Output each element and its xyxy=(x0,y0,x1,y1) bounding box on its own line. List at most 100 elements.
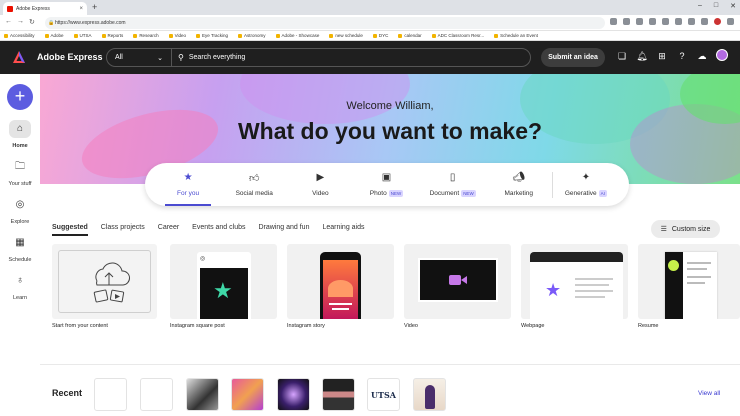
search-input[interactable]: ⚲ Search everything xyxy=(172,53,530,62)
custom-size-button[interactable]: ☰ Custom size xyxy=(651,220,720,238)
play-icon: ▶ xyxy=(316,172,325,183)
recent-thumb[interactable] xyxy=(413,378,446,411)
tab-generative[interactable]: ✦ Generative AI xyxy=(553,163,619,206)
avatar[interactable] xyxy=(716,49,728,61)
app-header: Adobe Express All ⌄ ⚲ Search everything … xyxy=(0,41,740,74)
bookmark-item[interactable]: Research xyxy=(133,33,159,38)
bookmark-item[interactable]: Video xyxy=(168,33,186,38)
bookmark-item[interactable]: ADC Classroom Resr... xyxy=(431,33,484,38)
template-label: Video xyxy=(404,323,418,329)
text-line xyxy=(575,296,605,298)
search-icon: ⚲ xyxy=(178,53,184,62)
url-field[interactable]: 🔒 https://www.express.adobe.com xyxy=(45,17,605,29)
tab-for-you[interactable]: ★ For you xyxy=(155,163,221,206)
subcategory-tabs: Suggested Class projects Career Events a… xyxy=(52,224,365,236)
submit-idea-button[interactable]: Submit an idea xyxy=(541,48,605,67)
menu-icon[interactable] xyxy=(727,18,734,25)
browser-tab[interactable]: Adobe Express × xyxy=(3,2,87,15)
sidepanel-icon[interactable] xyxy=(701,18,708,25)
bookmark-item[interactable]: Accessibility xyxy=(4,33,35,38)
tab-photo[interactable]: ▣ Photo NEW xyxy=(353,163,419,206)
extension-icon[interactable] xyxy=(662,18,669,25)
bookmark-item[interactable]: Adobe xyxy=(44,33,64,38)
text-line xyxy=(687,276,711,278)
create-new-button[interactable]: + xyxy=(7,84,33,110)
forward-icon[interactable]: → xyxy=(17,18,24,25)
template-card-resume[interactable] xyxy=(638,244,740,319)
notifications-bell-icon[interactable]: 🔔︎ xyxy=(636,50,648,62)
bookmark-item[interactable]: calendar xyxy=(398,33,422,38)
view-all-link[interactable]: View all xyxy=(698,390,720,397)
back-icon[interactable]: ← xyxy=(5,18,12,25)
help-icon[interactable]: ? xyxy=(676,50,688,62)
subtab-career[interactable]: Career xyxy=(158,224,179,236)
sidebar-item-home[interactable]: ⌂ Home xyxy=(0,120,40,149)
bookmark-item[interactable]: Eye Tracking xyxy=(196,33,228,38)
tab-social-media[interactable]: 👍︎ Social media xyxy=(221,163,287,206)
template-card-instagram-square[interactable]: ◎ ★ xyxy=(170,244,277,319)
text-line xyxy=(687,262,711,264)
bookmark-item[interactable]: Adobe - Showcase xyxy=(275,33,319,38)
bookmark-item[interactable]: UTSA xyxy=(73,33,92,38)
folder-icon xyxy=(44,33,49,38)
url-text: https://www.express.adobe.com xyxy=(55,20,126,26)
search-scope-dropdown[interactable]: All ⌄ xyxy=(107,49,172,66)
adobe-express-logo-icon[interactable] xyxy=(12,50,26,64)
recent-thumb[interactable] xyxy=(94,378,127,411)
chevron-down-icon: ⌄ xyxy=(157,54,163,62)
apps-grid-icon[interactable]: ⊞ xyxy=(656,50,668,62)
puzzle-icon[interactable] xyxy=(675,18,682,25)
recent-thumb[interactable]: UTSA xyxy=(367,378,400,411)
close-window-icon[interactable]: ✕ xyxy=(730,2,736,10)
recent-thumb[interactable] xyxy=(322,378,355,411)
zoom-icon[interactable] xyxy=(610,18,617,25)
template-card-video[interactable] xyxy=(404,244,511,319)
star-icon: ★ xyxy=(213,278,233,303)
calendar-icon: ▦ xyxy=(15,237,25,248)
recent-thumb[interactable] xyxy=(186,378,219,411)
minimize-icon[interactable]: – xyxy=(698,2,702,10)
chat-icon[interactable]: ❏ xyxy=(616,50,628,62)
close-tab-icon[interactable]: × xyxy=(79,6,83,12)
bookmark-item[interactable]: new schedule xyxy=(329,33,363,38)
bookmark-item[interactable]: Schedule an Event xyxy=(494,33,538,38)
sidebar-item-explore[interactable]: ◎ Explore xyxy=(0,196,40,225)
subtab-learning-aids[interactable]: Learning aids xyxy=(322,224,364,236)
creative-cloud-icon[interactable]: ☁ xyxy=(696,50,708,62)
share-icon[interactable] xyxy=(623,18,630,25)
screen: Adobe Express × + – □ ✕ ← → ↻ 🔒 https://… xyxy=(0,0,740,416)
subtab-events-and-clubs[interactable]: Events and clubs xyxy=(192,224,245,236)
recent-thumb[interactable] xyxy=(231,378,264,411)
bookmark-item[interactable]: Astronomy xyxy=(238,33,266,38)
brand-name[interactable]: Adobe Express xyxy=(37,52,103,62)
maximize-icon[interactable]: □ xyxy=(714,2,718,10)
download-icon[interactable] xyxy=(688,18,695,25)
subtab-class-projects[interactable]: Class projects xyxy=(101,224,145,236)
extension-icon[interactable] xyxy=(649,18,656,25)
cloud-upload-icon xyxy=(93,262,130,303)
text-line xyxy=(575,284,609,286)
recent-thumb[interactable] xyxy=(140,378,173,411)
megaphone-icon: 📣︎ xyxy=(512,172,526,183)
tab-label: Document xyxy=(429,190,460,198)
reload-icon[interactable]: ↻ xyxy=(29,18,35,26)
new-tab-button[interactable]: + xyxy=(92,2,97,13)
bookmark-item[interactable]: Reports xyxy=(101,33,123,38)
bookmark-star-icon[interactable] xyxy=(636,18,643,25)
sidebar-item-your-stuff[interactable]: 🗀 Your stuff xyxy=(0,158,40,187)
bookmark-item[interactable]: DYC xyxy=(372,33,388,38)
subtab-drawing-and-fun[interactable]: Drawing and fun xyxy=(258,224,309,236)
tab-label: Social media xyxy=(235,190,273,197)
new-badge: NEW xyxy=(388,190,404,197)
sidebar-item-schedule[interactable]: ▦ Schedule xyxy=(0,234,40,263)
sidebar-item-learn[interactable]: ♁ Learn xyxy=(0,272,40,301)
profile-icon[interactable] xyxy=(714,18,721,25)
recent-thumb[interactable] xyxy=(277,378,310,411)
template-card-webpage[interactable]: ★ xyxy=(521,244,628,319)
subtab-suggested[interactable]: Suggested xyxy=(52,224,88,236)
tab-video[interactable]: ▶ Video xyxy=(287,163,353,206)
tab-marketing[interactable]: 📣︎ Marketing xyxy=(486,163,552,206)
template-card-upload[interactable] xyxy=(52,244,157,319)
template-card-instagram-story[interactable] xyxy=(287,244,394,319)
tab-document[interactable]: ▯ Document NEW xyxy=(420,163,486,206)
